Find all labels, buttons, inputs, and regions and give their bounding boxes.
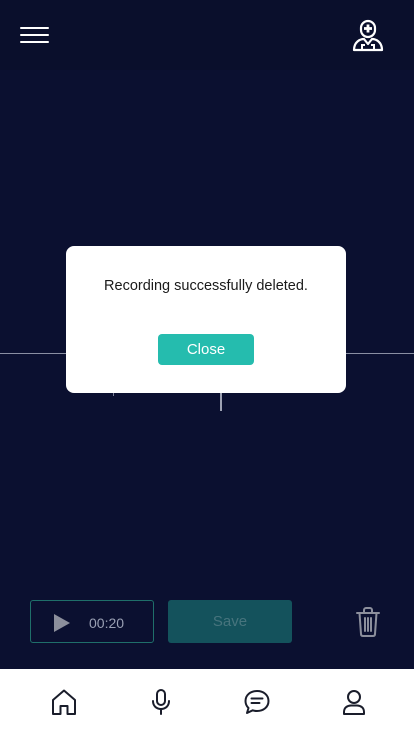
audio-player: 00:20 [30, 600, 154, 643]
play-icon[interactable] [53, 613, 71, 633]
hamburger-menu-icon[interactable] [20, 26, 50, 46]
doctor-icon[interactable] [350, 18, 386, 54]
bottom-navigation [0, 669, 414, 736]
save-button[interactable]: Save [168, 600, 292, 643]
user-icon[interactable] [339, 687, 369, 717]
chat-icon[interactable] [242, 687, 272, 717]
app-header [0, 0, 414, 70]
confirmation-dialog: Recording successfully deleted. Close [66, 246, 346, 393]
microphone-icon[interactable] [146, 687, 176, 717]
home-icon[interactable] [49, 687, 79, 717]
dialog-message: Recording successfully deleted. [104, 278, 308, 294]
trash-icon[interactable] [354, 606, 382, 638]
playback-time: 00:20 [89, 615, 125, 631]
close-button[interactable]: Close [158, 334, 254, 365]
